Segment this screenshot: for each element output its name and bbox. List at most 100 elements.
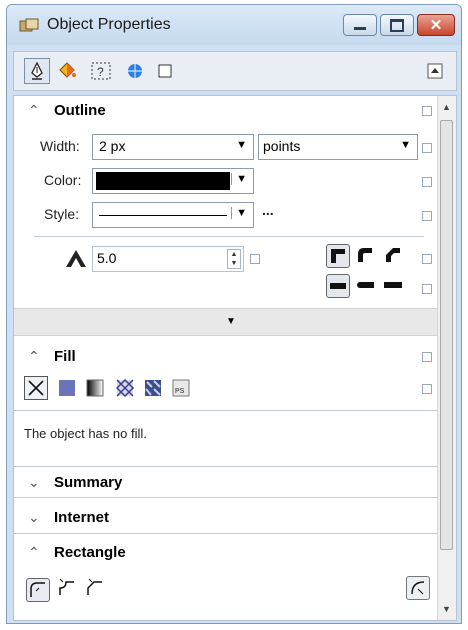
dropdown-arrow-icon: ▼ [231, 207, 247, 219]
scrollbar-thumb[interactable] [440, 120, 453, 550]
internet-icon [128, 64, 142, 78]
outline-section-header[interactable]: ⌃ Outline [14, 96, 438, 126]
miter-pin-icon[interactable] [250, 254, 260, 264]
corner-round-button[interactable] [354, 244, 378, 268]
rectangle-icon [158, 64, 172, 78]
rectangle-section: ⌃ Rectangle [14, 538, 438, 620]
corner-miter-button[interactable] [326, 244, 350, 268]
object-properties-window: Object Properties ✕ ? ⌃ Outline Width: 2… [6, 4, 462, 624]
rectangle-section-title: Rectangle [54, 544, 126, 561]
cap-round-button[interactable] [354, 274, 378, 298]
dropdown-arrow-icon: ▼ [400, 139, 411, 151]
collapse-chevron-icon: ⌃ [28, 102, 40, 118]
width-dropdown[interactable]: 2 px ▼ [92, 134, 254, 160]
texture-fill-button[interactable] [142, 377, 166, 401]
miter-limit-value: 5.0 [97, 250, 117, 266]
style-dropdown[interactable]: ▼ [92, 202, 254, 228]
panel-options-icon [427, 63, 443, 79]
minimize-icon [354, 26, 366, 30]
color-pin-icon[interactable] [422, 177, 432, 187]
color-dropdown[interactable]: ▼ [92, 168, 254, 194]
units-value: points [263, 138, 301, 154]
svg-text:PS: PS [175, 388, 185, 395]
summary-section-header[interactable]: ⌄ Summary [14, 466, 438, 498]
fountain-fill-icon [86, 379, 104, 397]
collapse-chevron-icon: ⌃ [28, 348, 40, 364]
miter-limit-input[interactable]: 5.0 ▲ ▼ [92, 246, 244, 272]
uniform-fill-button[interactable] [56, 377, 80, 401]
expand-arrow-icon: ▼ [226, 316, 236, 327]
maximize-button[interactable] [380, 14, 414, 36]
round-corner-type-button[interactable] [26, 578, 50, 602]
outline-tab-button[interactable] [24, 58, 50, 84]
units-dropdown[interactable]: points ▼ [258, 134, 418, 160]
dropdown-arrow-icon: ▼ [231, 173, 247, 185]
title-bar[interactable]: Object Properties ✕ [7, 5, 461, 45]
pattern-fill-icon [115, 378, 135, 398]
square-cap-icon [384, 282, 402, 288]
scalloped-corner-icon [59, 578, 74, 595]
summary-section-title: Summary [54, 474, 123, 491]
close-button[interactable]: ✕ [417, 14, 455, 36]
internet-section-title: Internet [54, 509, 110, 526]
relative-corner-scaling-button[interactable] [406, 576, 430, 600]
style-label: Style: [44, 206, 80, 222]
postscript-fill-button[interactable]: PS [170, 377, 194, 401]
spin-button[interactable]: ▲ ▼ [227, 249, 241, 269]
object-properties-icon [19, 18, 39, 32]
uniform-fill-icon [59, 380, 75, 396]
internet-tab-button[interactable] [122, 58, 148, 84]
close-icon: ✕ [429, 17, 443, 34]
outline-pen-icon [31, 62, 43, 80]
fill-pin-icon[interactable] [422, 384, 432, 394]
no-fill-icon [28, 380, 44, 396]
cap-square-button[interactable] [382, 274, 406, 298]
maximize-icon [390, 18, 404, 32]
fill-status-text: The object has no fill. [24, 426, 147, 441]
expand-chevron-icon: ⌄ [28, 474, 40, 490]
fill-section-header[interactable]: ⌃ Fill [14, 342, 438, 372]
fill-tab-button[interactable] [54, 58, 80, 84]
scroll-down-icon[interactable]: ▼ [442, 604, 451, 614]
chamfered-corner-button[interactable] [84, 576, 108, 600]
internet-section-header[interactable]: ⌄ Internet [14, 502, 438, 534]
no-fill-button[interactable] [24, 376, 48, 400]
color-swatch [96, 172, 230, 190]
round-corner-type-icon [30, 582, 45, 597]
chamfered-corner-icon [87, 578, 102, 595]
pattern-fill-button[interactable] [114, 377, 138, 401]
window-title: Object Properties [47, 16, 171, 33]
dropdown-arrow-icon: ▼ [236, 139, 247, 151]
separator [34, 236, 424, 237]
width-value: 2 px [99, 138, 126, 154]
color-label: Color: [44, 172, 82, 188]
cap-butt-button[interactable] [326, 274, 350, 298]
corner-scaling-icon [411, 581, 425, 595]
line-style-preview [99, 215, 227, 216]
transparency-tab-button[interactable]: ? [88, 58, 114, 84]
section-pin-icon[interactable] [422, 106, 432, 116]
rectangle-tab-button[interactable] [152, 58, 178, 84]
panel-options-button[interactable] [422, 58, 448, 84]
fountain-fill-button[interactable] [84, 377, 108, 401]
minimize-button[interactable] [343, 14, 377, 36]
corner-bevel-button[interactable] [382, 244, 406, 268]
fill-section: ⌃ Fill PS The object has no fill. [14, 342, 438, 464]
style-more-button[interactable]: ... [262, 202, 274, 218]
width-label: Width: [40, 138, 80, 154]
scroll-up-icon[interactable]: ▲ [442, 102, 451, 112]
width-pin-icon[interactable] [422, 143, 432, 153]
scalloped-corner-button[interactable] [56, 576, 80, 600]
properties-toolbar: ? [13, 51, 457, 91]
vertical-scrollbar[interactable]: ▲ ▼ [437, 96, 456, 620]
style-pin-icon[interactable] [422, 211, 432, 221]
svg-text:?: ? [97, 65, 104, 79]
corner-pin-icon[interactable] [422, 254, 432, 264]
outline-section-title: Outline [54, 102, 106, 119]
expand-outline-options-bar[interactable]: ▼ [14, 308, 438, 336]
rectangle-section-header[interactable]: ⌃ Rectangle [14, 538, 438, 568]
section-pin-icon[interactable] [422, 352, 432, 362]
postscript-fill-icon: PS [172, 379, 190, 397]
cap-pin-icon[interactable] [422, 284, 432, 294]
butt-cap-icon [330, 283, 346, 289]
